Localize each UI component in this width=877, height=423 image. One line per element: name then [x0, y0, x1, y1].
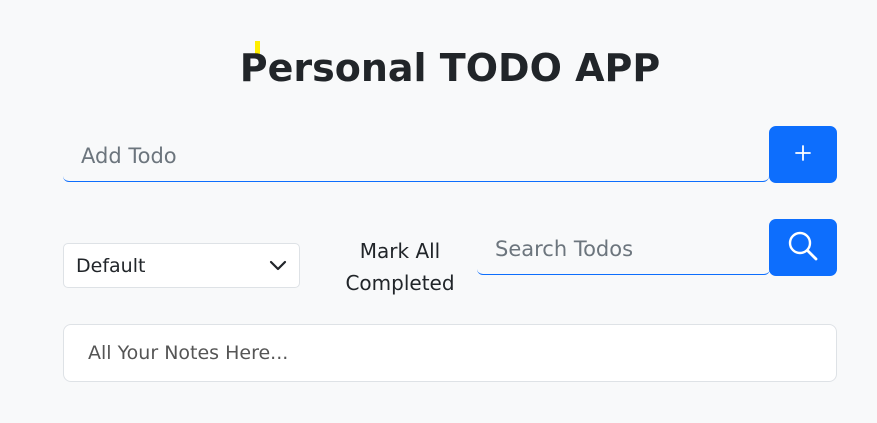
chevron-down-icon	[269, 255, 287, 277]
plus-icon	[794, 144, 812, 166]
search-button[interactable]	[769, 219, 837, 276]
page-title: Personal TODO APP	[239, 46, 661, 90]
filter-select-value: Default	[76, 254, 146, 277]
search-icon	[786, 229, 820, 267]
filter-select[interactable]: Default	[63, 243, 300, 288]
search-input[interactable]	[477, 224, 770, 275]
mark-all-label-line2: Completed	[345, 271, 455, 295]
add-todo-input[interactable]	[63, 131, 769, 182]
mark-all-label-line1: Mark All	[359, 239, 441, 263]
mark-all-completed-button[interactable]: Mark All Completed	[330, 235, 470, 299]
add-todo-button[interactable]	[769, 126, 837, 183]
notes-container: All Your Notes Here...	[63, 324, 837, 382]
notes-empty-text: All Your Notes Here...	[88, 342, 289, 364]
